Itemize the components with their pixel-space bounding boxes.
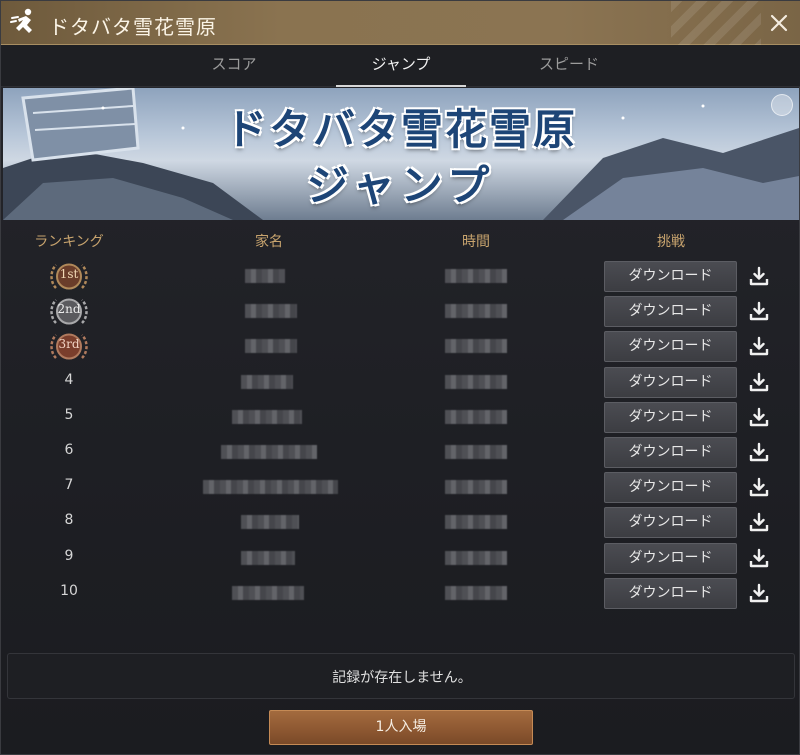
time-blurred bbox=[445, 269, 507, 283]
rank-number: 7 bbox=[64, 477, 74, 494]
family-name-blurred bbox=[232, 409, 302, 424]
download-button[interactable]: ダウンロード bbox=[604, 542, 737, 574]
download-icon[interactable] bbox=[749, 548, 769, 568]
download-button[interactable]: ダウンロード bbox=[604, 261, 737, 292]
family-name-blurred bbox=[241, 515, 299, 530]
rank-number: 10 bbox=[60, 582, 78, 599]
time-blurred bbox=[445, 550, 507, 565]
rank-number: 8 bbox=[64, 512, 74, 529]
rank-number: 5 bbox=[64, 406, 74, 423]
download-button[interactable]: ダウンロード bbox=[604, 577, 737, 609]
download-icon[interactable] bbox=[749, 442, 769, 462]
ranking-row: 8 ダウンロード bbox=[1, 505, 800, 540]
header-ranking: ランキング bbox=[34, 234, 104, 250]
header-family-name: 家名 bbox=[255, 234, 283, 250]
header-challenge: 挑戦 bbox=[657, 234, 685, 250]
download-icon[interactable] bbox=[749, 336, 769, 356]
download-button[interactable]: ダウンロード bbox=[604, 437, 737, 468]
time-blurred bbox=[445, 515, 507, 530]
download-button[interactable]: ダウンロード bbox=[604, 296, 737, 328]
event-banner: ドタバタ雪花雪原 ジャンプ bbox=[3, 88, 799, 220]
time-blurred bbox=[445, 480, 507, 495]
download-icon[interactable] bbox=[749, 301, 769, 321]
ranking-row: 2nd ダウンロード bbox=[1, 294, 800, 329]
download-icon[interactable] bbox=[749, 512, 769, 532]
title-bar-decoration bbox=[671, 1, 761, 45]
record-panel: 記録が存在しません。 bbox=[7, 653, 795, 699]
family-name-blurred bbox=[245, 304, 297, 319]
download-icon[interactable] bbox=[749, 407, 769, 427]
download-button[interactable]: ダウンロード bbox=[604, 472, 737, 504]
rank-number: 9 bbox=[64, 547, 74, 564]
family-name-blurred bbox=[241, 374, 293, 389]
time-blurred bbox=[445, 304, 507, 319]
ranking-row: 7 ダウンロード bbox=[1, 470, 800, 505]
time-blurred bbox=[445, 445, 507, 459]
ranking-row: 6 ダウンロード bbox=[1, 435, 800, 470]
time-blurred bbox=[445, 409, 507, 424]
download-button[interactable]: ダウンロード bbox=[604, 507, 737, 539]
rank-label: 1st bbox=[59, 267, 79, 281]
family-name-blurred bbox=[245, 269, 285, 283]
family-name-blurred bbox=[241, 550, 295, 565]
download-icon[interactable] bbox=[749, 583, 769, 603]
rank-label: 2nd bbox=[57, 302, 81, 317]
record-message: 記録が存在しません。 bbox=[332, 670, 472, 686]
download-icon[interactable] bbox=[749, 477, 769, 497]
banner-arrow-icon[interactable] bbox=[771, 94, 793, 116]
rank-number: 4 bbox=[64, 371, 74, 388]
tab-speed[interactable]: スピード bbox=[519, 45, 619, 87]
ranking-row: 5 ダウンロード bbox=[1, 400, 800, 435]
download-icon[interactable] bbox=[749, 372, 769, 392]
time-blurred bbox=[445, 585, 507, 600]
ranking-row: 1st ダウンロード bbox=[1, 259, 800, 294]
tab-score[interactable]: スコア bbox=[186, 45, 282, 87]
banner-title-line1: ドタバタ雪花雪原 bbox=[224, 105, 577, 154]
tab-jump[interactable]: ジャンプ bbox=[336, 45, 466, 87]
download-button[interactable]: ダウンロード bbox=[604, 366, 737, 398]
header-time: 時間 bbox=[462, 234, 490, 250]
banner-title-line2: ジャンプ bbox=[306, 161, 496, 210]
family-name-blurred bbox=[232, 585, 304, 600]
window-title: ドタバタ雪花雪原 bbox=[49, 15, 217, 39]
rank-label: 3rd bbox=[58, 337, 80, 352]
family-name-blurred bbox=[245, 339, 297, 354]
ranking-row: 4 ダウンロード bbox=[1, 365, 800, 400]
family-name-blurred bbox=[221, 445, 317, 459]
enter-solo-button[interactable]: 1人入場 bbox=[269, 710, 533, 745]
ranking-window: ドタバタ雪花雪原 スコア ジャンプ スピード ドタバタ雪花雪原 ジャンプ ランキ… bbox=[0, 0, 800, 755]
ranking-row: 10 ダウンロード bbox=[1, 576, 800, 611]
download-button[interactable]: ダウンロード bbox=[604, 331, 737, 363]
time-blurred bbox=[445, 339, 507, 354]
rank-number: 6 bbox=[64, 442, 74, 458]
download-icon[interactable] bbox=[749, 266, 769, 286]
title-bar: ドタバタ雪花雪原 bbox=[1, 1, 800, 45]
ranking-row: 9 ダウンロード bbox=[1, 541, 800, 576]
tab-bar: スコア ジャンプ スピード bbox=[1, 45, 800, 87]
running-figure-icon bbox=[10, 8, 32, 33]
close-icon[interactable] bbox=[767, 11, 791, 35]
family-name-blurred bbox=[203, 480, 338, 495]
download-button[interactable]: ダウンロード bbox=[604, 401, 737, 433]
ranking-row: 3rd ダウンロード bbox=[1, 329, 800, 364]
time-blurred bbox=[445, 374, 507, 389]
